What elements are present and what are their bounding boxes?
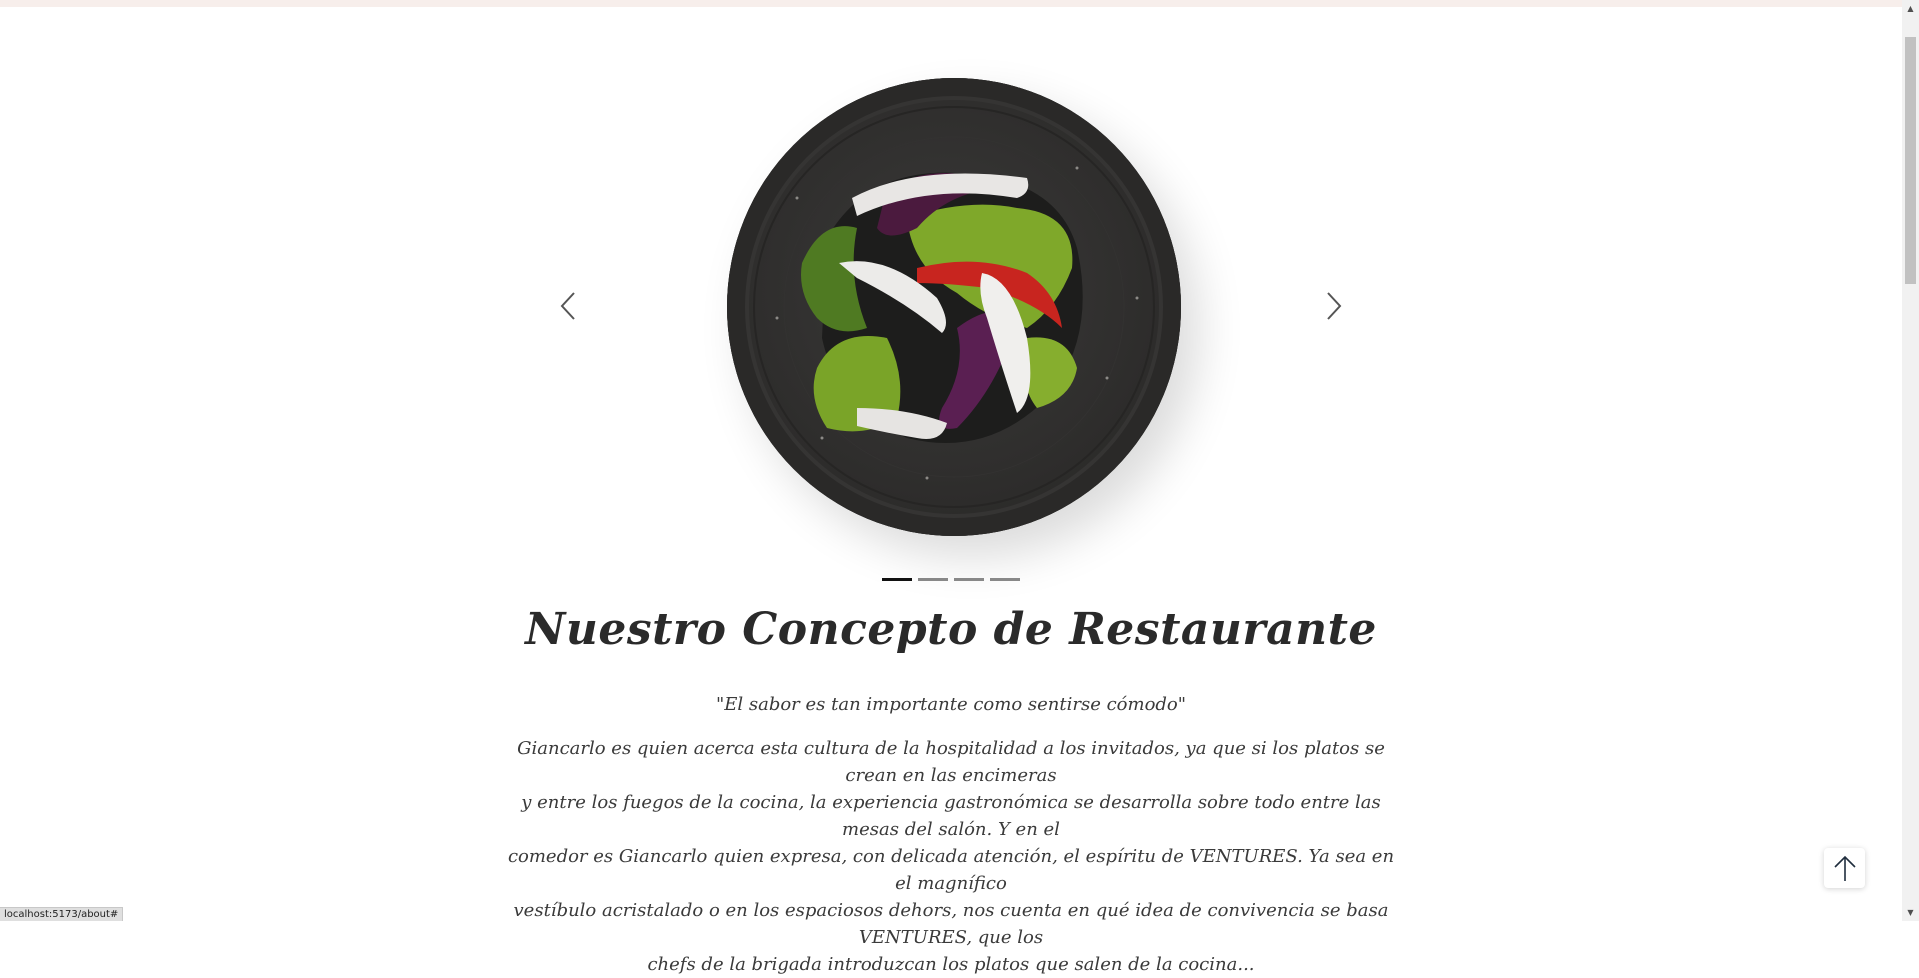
paragraph-line: vestíbulo acristalado o en los espacioso… bbox=[513, 900, 1389, 948]
paragraph-line: chefs de la brigada introduzcan los plat… bbox=[647, 954, 1255, 975]
carousel-prev-button[interactable] bbox=[548, 286, 588, 326]
carousel-indicator-3[interactable] bbox=[954, 578, 984, 581]
section-title: Nuestro Concepto de Restaurante bbox=[525, 604, 1377, 655]
scroll-to-top-button[interactable] bbox=[1824, 848, 1865, 888]
top-strip bbox=[0, 0, 1919, 7]
carousel-indicators bbox=[882, 578, 1020, 582]
paragraph-line: Giancarlo es quien acerca esta cultura d… bbox=[517, 738, 1385, 786]
paragraph-line: y entre los fuegos de la cocina, la expe… bbox=[521, 792, 1381, 840]
arrow-up-icon bbox=[1833, 855, 1856, 881]
carousel-indicator-4[interactable] bbox=[990, 578, 1020, 581]
scroll-down-arrow-icon[interactable]: ▼ bbox=[1902, 904, 1919, 921]
scroll-up-arrow-icon[interactable]: ▲ bbox=[1902, 0, 1919, 17]
carousel-indicator-1[interactable] bbox=[882, 578, 912, 581]
section-paragraph: Giancarlo es quien acerca esta cultura d… bbox=[500, 735, 1402, 978]
carousel-image bbox=[727, 78, 1181, 536]
image-carousel bbox=[0, 40, 1902, 580]
chevron-left-icon bbox=[560, 292, 575, 320]
paragraph-line: comedor es Giancarlo quien expresa, con … bbox=[507, 846, 1395, 894]
carousel-indicator-2[interactable] bbox=[918, 578, 948, 581]
carousel-next-button[interactable] bbox=[1314, 286, 1354, 326]
status-bar-url: localhost:5173/about# bbox=[0, 907, 124, 921]
page-scrollbar[interactable]: ▲ ▼ bbox=[1902, 0, 1919, 921]
chevron-right-icon bbox=[1327, 292, 1342, 320]
scrollbar-thumb[interactable] bbox=[1905, 37, 1916, 284]
section-quote: "El sabor es tan importante como sentirs… bbox=[715, 694, 1187, 715]
dish-illustration bbox=[753, 106, 1155, 508]
